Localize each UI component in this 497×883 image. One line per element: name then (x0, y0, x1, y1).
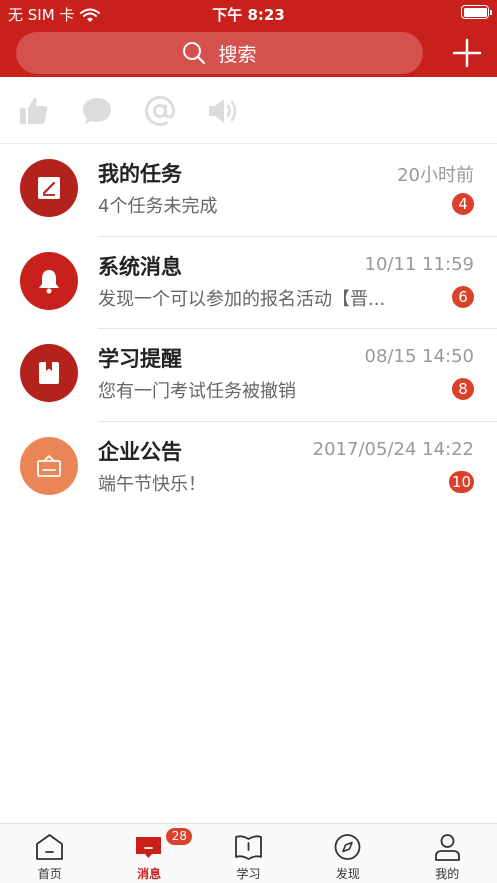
tab-messages[interactable]: 28 消息 (99, 824, 198, 883)
status-bar: 无 SIM 卡 下午 8:23 (0, 0, 497, 26)
tab-discover[interactable]: 发现 (298, 824, 397, 883)
message-item-announcement[interactable]: 企业公告 2017/05/24 14:22 端午节快乐！ 10 (0, 422, 497, 515)
battery-icon (461, 5, 492, 19)
search-bar[interactable]: 搜索 (16, 32, 423, 74)
tab-study[interactable]: 学习 (199, 824, 298, 883)
book-icon (234, 835, 262, 860)
status-time: 下午 8:23 (212, 6, 285, 24)
message-preview: 发现一个可以参加的报名活动【晋... (98, 288, 386, 310)
message-preview: 您有一门考试任务被撤销 (98, 381, 296, 402)
at-icon[interactable] (144, 95, 176, 127)
person-icon (434, 834, 460, 861)
announcement-avatar (20, 436, 78, 495)
announcement-box-icon (37, 454, 61, 477)
unread-badge: 4 (452, 193, 474, 215)
tab-label: 发现 (335, 867, 360, 881)
message-list: 我的任务 20小时前 4个任务未完成 4 系统消息 10/11 11:59 发现… (0, 144, 497, 514)
app-header: 无 SIM 卡 下午 8:23 搜索 (0, 0, 497, 77)
message-title: 系统消息 (98, 254, 182, 279)
bell-icon (39, 269, 59, 293)
thumbs-up-icon[interactable] (18, 95, 50, 127)
message-icon (136, 837, 162, 858)
add-button[interactable] (452, 38, 482, 68)
tab-label: 学习 (236, 867, 261, 881)
compass-icon (334, 834, 361, 860)
quick-action-bar (0, 77, 497, 144)
message-time: 20小时前 (397, 165, 474, 186)
message-time: 10/11 11:59 (364, 253, 474, 275)
message-item-system[interactable]: 系统消息 10/11 11:59 发现一个可以参加的报名活动【晋... 6 (0, 237, 497, 329)
unread-badge: 6 (452, 285, 474, 308)
tab-profile[interactable]: 我的 (398, 824, 497, 883)
search-placeholder: 搜索 (218, 43, 257, 66)
search-icon (183, 42, 206, 65)
chat-bubble-icon[interactable] (81, 95, 113, 127)
message-time: 2017/05/24 14:22 (312, 438, 474, 460)
message-title: 企业公告 (98, 439, 182, 464)
unread-badge: 8 (452, 378, 474, 400)
tab-label: 首页 (37, 867, 62, 881)
message-title: 我的任务 (98, 162, 182, 186)
unread-badge: 10 (448, 470, 474, 493)
message-title: 学习提醒 (98, 347, 182, 371)
tab-label: 消息 (137, 867, 162, 881)
home-icon (36, 834, 63, 860)
task-avatar (20, 159, 78, 217)
message-time: 08/15 14:50 (364, 346, 474, 367)
bookmark-icon (39, 362, 59, 384)
tab-label: 我的 (435, 867, 460, 881)
message-item-tasks[interactable]: 我的任务 20小时前 4个任务未完成 4 (0, 144, 497, 237)
tab-home[interactable]: 首页 (0, 824, 99, 883)
task-edit-icon (38, 177, 60, 199)
tab-unread-badge: 28 (166, 828, 193, 845)
bottom-tab-bar: 首页 28 消息 学习 发现 我的 (0, 823, 497, 883)
message-preview: 4个任务未完成 (98, 196, 218, 217)
study-avatar (20, 344, 78, 402)
speaker-icon[interactable] (207, 95, 239, 127)
message-preview: 端午节快乐！ (98, 473, 206, 495)
system-avatar (20, 251, 78, 310)
message-item-study[interactable]: 学习提醒 08/15 14:50 您有一门考试任务被撤销 8 (0, 329, 497, 422)
